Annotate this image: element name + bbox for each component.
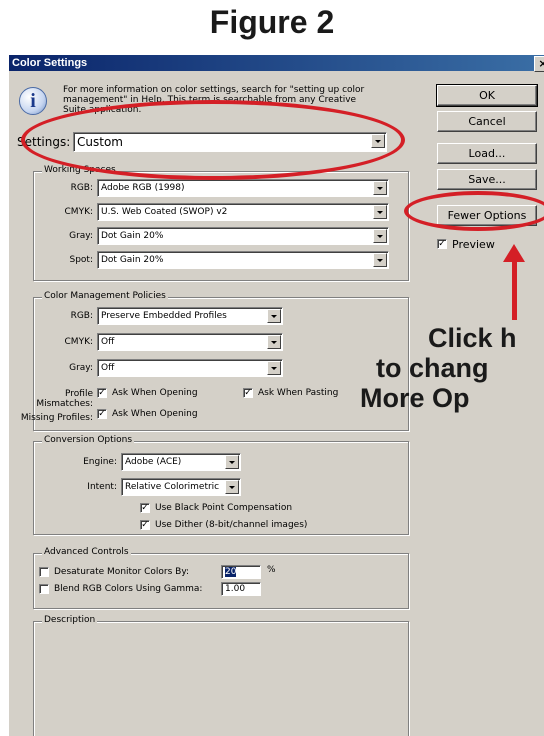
policy-gray-value: Off (101, 363, 115, 373)
spot-working-space-dropdown[interactable]: Dot Gain 20% (97, 251, 389, 269)
policies-legend: Color Management Policies (42, 291, 168, 301)
percent-unit: % (267, 565, 276, 575)
chevron-down-icon (225, 455, 239, 469)
policy-cmyk-dropdown[interactable]: Off (97, 333, 283, 351)
description-legend: Description (42, 615, 98, 625)
annotation-line-3: More Op (360, 383, 470, 413)
policy-gray-label: Gray: (69, 363, 93, 373)
settings-highlight-ellipse (21, 100, 405, 180)
preview-label: Preview (452, 238, 495, 251)
dialog-title: Color Settings (12, 57, 88, 69)
annotation-line-2: to chang (376, 353, 489, 383)
intent-dropdown[interactable]: Relative Colorimetric (121, 478, 241, 496)
advanced-legend: Advanced Controls (42, 547, 131, 557)
ask-when-pasting-checkbox[interactable]: ✓ (243, 388, 253, 398)
black-point-label: Use Black Point Compensation (155, 503, 293, 513)
blend-gamma-input[interactable]: 1.00 (221, 582, 261, 596)
annotation-line-1: Click h (428, 323, 517, 353)
engine-dropdown[interactable]: Adobe (ACE) (121, 453, 241, 471)
desaturate-label: Desaturate Monitor Colors By: (54, 567, 190, 577)
engine-label: Engine: (83, 457, 117, 467)
rgb-working-space-dropdown[interactable]: Adobe RGB (1998) (97, 179, 389, 197)
desaturate-checkbox[interactable] (39, 567, 49, 577)
desaturate-input[interactable]: 20 (221, 565, 261, 579)
policy-gray-dropdown[interactable]: Off (97, 359, 283, 377)
chevron-down-icon (225, 480, 239, 494)
dialog-titlebar[interactable]: Color Settings (9, 55, 544, 71)
engine-value: Adobe (ACE) (125, 457, 182, 467)
save-button[interactable]: Save... (437, 169, 537, 190)
preview-checkbox[interactable]: ✓ (437, 239, 447, 249)
policy-rgb-value: Preserve Embedded Profiles (101, 311, 227, 321)
blend-gamma-label: Blend RGB Colors Using Gamma: (54, 584, 203, 594)
close-icon[interactable]: × (534, 56, 544, 72)
gray-value: Dot Gain 20% (101, 231, 164, 241)
conversion-legend: Conversion Options (42, 435, 135, 445)
rgb-value: Adobe RGB (1998) (101, 183, 185, 193)
ask-when-opening-mismatch-label: Ask When Opening (112, 388, 198, 398)
policy-cmyk-value: Off (101, 337, 115, 347)
advanced-group: Advanced Controls (33, 547, 409, 609)
figure-title: Figure 2 (209, 4, 335, 40)
ask-when-opening-mismatch-checkbox[interactable]: ✓ (97, 388, 107, 398)
cmyk-label: CMYK: (64, 207, 93, 217)
policy-rgb-label: RGB: (70, 311, 93, 321)
cmyk-working-space-dropdown[interactable]: U.S. Web Coated (SWOP) v2 (97, 203, 389, 221)
chevron-down-icon (373, 229, 387, 243)
chevron-down-icon (267, 309, 281, 323)
cancel-button[interactable]: Cancel (437, 111, 537, 132)
red-arrow-shaft (512, 258, 517, 320)
spot-label: Spot: (69, 255, 94, 265)
policy-cmyk-label: CMYK: (64, 337, 93, 347)
load-button[interactable]: Load... (437, 143, 537, 164)
black-point-checkbox[interactable]: ✓ (140, 503, 150, 513)
ask-when-opening-missing-checkbox[interactable]: ✓ (97, 409, 107, 419)
dither-checkbox[interactable]: ✓ (140, 520, 150, 530)
ask-when-opening-missing-label: Ask When Opening (112, 409, 198, 419)
ask-when-pasting-label: Ask When Pasting (258, 388, 339, 398)
cmyk-value: U.S. Web Coated (SWOP) v2 (101, 207, 228, 217)
profile-mismatches-label: Profile Mismatches: (36, 389, 93, 409)
ok-button[interactable]: OK (436, 84, 538, 107)
description-group: Description (33, 615, 409, 736)
missing-profiles-label: Missing Profiles: (20, 413, 93, 423)
dither-label: Use Dither (8-bit/channel images) (155, 520, 308, 530)
desaturate-value: 20 (225, 567, 237, 577)
chevron-down-icon (267, 361, 281, 375)
rgb-label: RGB: (70, 183, 93, 193)
chevron-down-icon (373, 205, 387, 219)
spot-value: Dot Gain 20% (101, 255, 164, 265)
fewer-options-highlight-ellipse (404, 191, 544, 231)
blend-gamma-checkbox[interactable] (39, 584, 49, 594)
chevron-down-icon (373, 181, 387, 195)
intent-label: Intent: (87, 482, 117, 492)
intent-value: Relative Colorimetric (125, 482, 220, 492)
info-icon: i (19, 87, 47, 115)
chevron-down-icon (267, 335, 281, 349)
chevron-down-icon (373, 253, 387, 267)
gray-label: Gray: (69, 231, 93, 241)
gray-working-space-dropdown[interactable]: Dot Gain 20% (97, 227, 389, 245)
policy-rgb-dropdown[interactable]: Preserve Embedded Profiles (97, 307, 283, 325)
